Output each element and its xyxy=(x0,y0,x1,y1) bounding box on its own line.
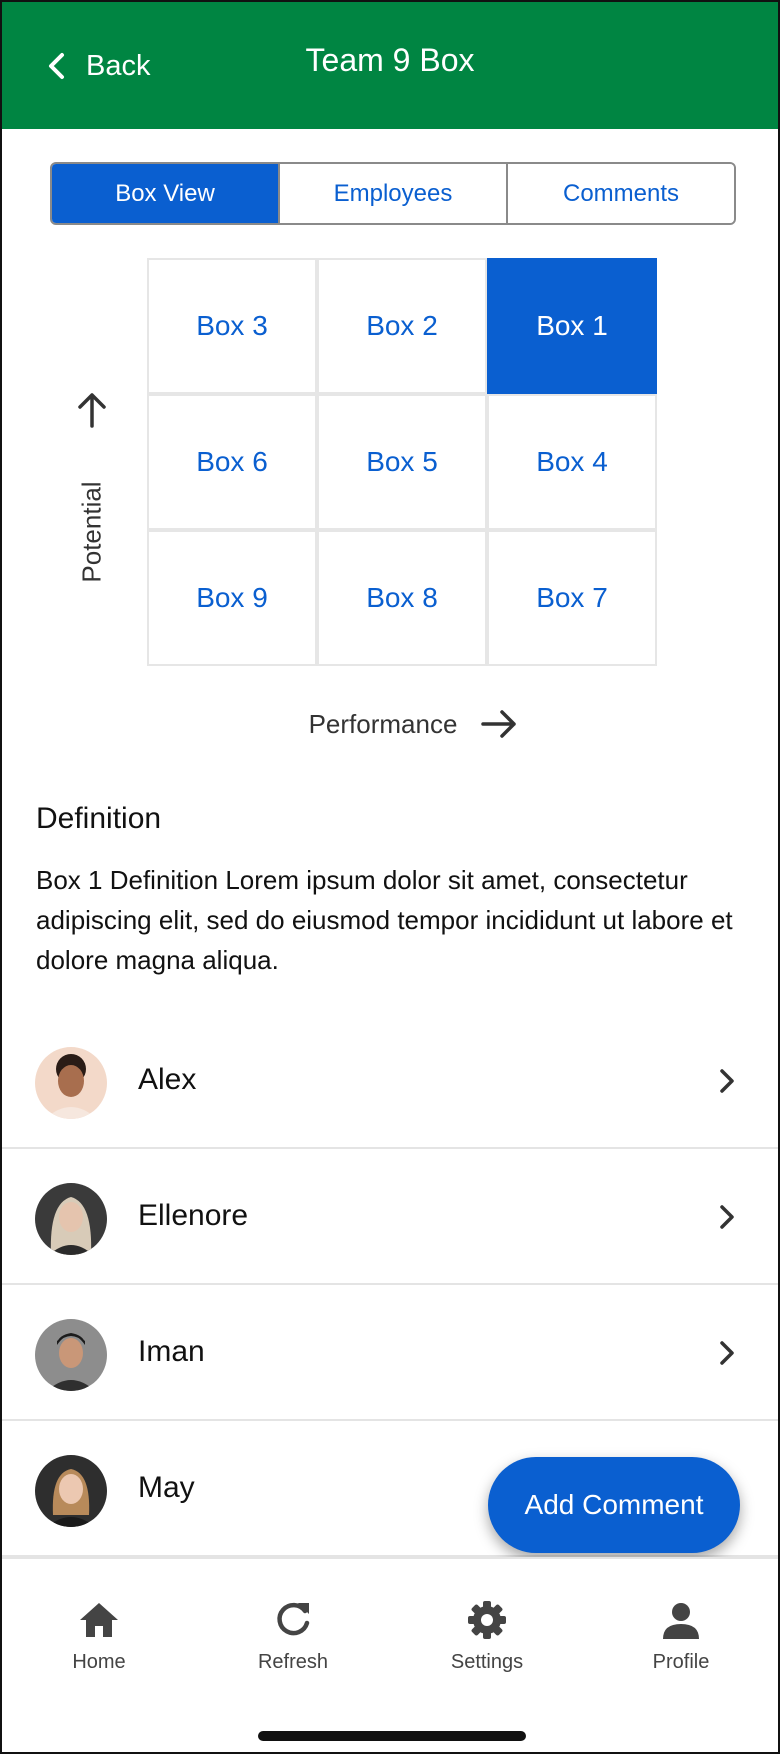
box-2-cell[interactable]: Box 2 xyxy=(317,258,487,394)
nav-settings[interactable]: Settings xyxy=(390,1599,584,1674)
chevron-right-icon xyxy=(720,1205,734,1229)
employee-name: May xyxy=(138,1471,195,1504)
box-1-cell[interactable]: Box 1 xyxy=(487,258,657,394)
potential-axis: Potential xyxy=(62,382,122,583)
arrow-up-icon xyxy=(78,393,106,428)
performance-label: Performance xyxy=(308,708,458,739)
view-tabs: Box View Employees Comments xyxy=(50,162,736,225)
employee-name: Iman xyxy=(138,1335,205,1368)
app-frame: Back Team 9 Box Box View Employees Comme… xyxy=(0,0,780,1754)
arrow-right-icon xyxy=(481,710,517,738)
list-item[interactable]: Alex xyxy=(2,1013,778,1149)
box-8-cell[interactable]: Box 8 xyxy=(317,530,487,666)
definition-title: Definition xyxy=(36,802,162,835)
nav-profile[interactable]: Profile xyxy=(584,1599,778,1674)
tab-comments[interactable]: Comments xyxy=(506,164,734,223)
nav-refresh[interactable]: Refresh xyxy=(196,1599,390,1674)
add-comment-button[interactable]: Add Comment xyxy=(488,1457,740,1553)
employee-name: Alex xyxy=(138,1063,197,1096)
performance-axis: Performance xyxy=(2,702,778,746)
potential-label: Potential xyxy=(76,481,107,583)
box-5-cell[interactable]: Box 5 xyxy=(317,394,487,530)
box-4-cell[interactable]: Box 4 xyxy=(487,394,657,530)
avatar xyxy=(35,1047,107,1119)
list-item[interactable]: Iman xyxy=(2,1285,778,1421)
nine-box-grid: Box 3 Box 2 Box 1 Box 6 Box 5 Box 4 Box … xyxy=(147,258,657,666)
page-title: Team 9 Box xyxy=(305,42,475,78)
profile-icon xyxy=(663,1603,699,1639)
nav-home[interactable]: Home xyxy=(2,1599,196,1674)
chevron-right-icon xyxy=(720,1341,734,1365)
nav-home-label: Home xyxy=(72,1651,126,1673)
home-icon xyxy=(80,1603,118,1637)
tab-employees[interactable]: Employees xyxy=(278,164,506,223)
bottom-nav: Home Refresh Settings Profile xyxy=(2,1557,778,1752)
list-item[interactable]: Ellenore xyxy=(2,1149,778,1285)
avatar xyxy=(35,1319,107,1391)
box-6-cell[interactable]: Box 6 xyxy=(147,394,317,530)
employee-name: Ellenore xyxy=(138,1199,249,1232)
app-header: Back Team 9 Box xyxy=(2,2,778,129)
definition-text: Box 1 Definition Lorem ipsum dolor sit a… xyxy=(36,865,733,975)
box-3-cell[interactable]: Box 3 xyxy=(147,258,317,394)
box-9-cell[interactable]: Box 9 xyxy=(147,530,317,666)
avatar xyxy=(35,1183,107,1255)
nav-settings-label: Settings xyxy=(450,1651,524,1673)
chevron-right-icon xyxy=(720,1069,734,1093)
nav-refresh-label: Refresh xyxy=(257,1651,329,1673)
box-7-cell[interactable]: Box 7 xyxy=(487,530,657,666)
avatar xyxy=(35,1455,107,1527)
refresh-icon xyxy=(277,1602,310,1636)
home-indicator xyxy=(258,1731,526,1741)
nav-profile-label: Profile xyxy=(652,1651,710,1673)
tab-box-view[interactable]: Box View xyxy=(52,164,278,223)
settings-icon xyxy=(468,1601,506,1639)
